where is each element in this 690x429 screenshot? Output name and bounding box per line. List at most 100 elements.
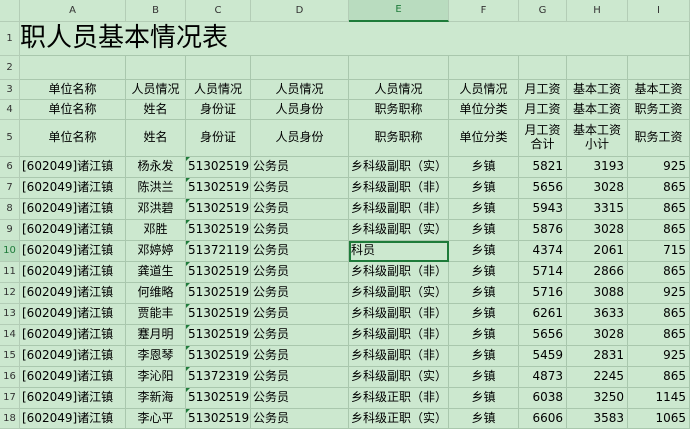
base-salary-cell[interactable]: 2245 <box>567 367 628 388</box>
column-header-h[interactable]: H <box>567 0 628 22</box>
name-cell[interactable]: 陈洪兰 <box>126 178 186 199</box>
unit-cell[interactable]: [602049]诸江镇 <box>20 262 126 283</box>
base-salary-cell[interactable]: 2831 <box>567 346 628 367</box>
column-header-b[interactable]: B <box>126 0 186 22</box>
category-cell[interactable]: 乡镇 <box>449 241 519 262</box>
post-title-cell[interactable]: 乡科级副职（实） <box>349 283 449 304</box>
identity-cell[interactable]: 公务员 <box>251 241 349 262</box>
empty-cell[interactable] <box>628 56 690 80</box>
monthly-total-cell[interactable]: 6038 <box>519 388 567 409</box>
header-cell[interactable]: 姓名 <box>126 120 186 157</box>
header-cell[interactable]: 人员情况 <box>349 80 449 100</box>
column-header-e[interactable]: E <box>349 0 449 22</box>
category-cell[interactable]: 乡镇 <box>449 178 519 199</box>
identity-cell[interactable]: 公务员 <box>251 178 349 199</box>
header-cell[interactable]: 人员情况 <box>186 80 251 100</box>
empty-cell[interactable] <box>567 56 628 80</box>
base-salary-cell[interactable]: 3250 <box>567 388 628 409</box>
unit-cell[interactable]: [602049]诸江镇 <box>20 325 126 346</box>
post-salary-cell[interactable]: 865 <box>628 304 690 325</box>
category-cell[interactable]: 乡镇 <box>449 304 519 325</box>
header-cell[interactable]: 月工资 <box>519 80 567 100</box>
sheet-title[interactable]: 职人员基本情况表 <box>20 22 690 56</box>
category-cell[interactable]: 乡镇 <box>449 199 519 220</box>
name-cell[interactable]: 邓胜 <box>126 220 186 241</box>
monthly-total-cell[interactable]: 5656 <box>519 178 567 199</box>
monthly-total-cell[interactable]: 5656 <box>519 325 567 346</box>
column-header-d[interactable]: D <box>251 0 349 22</box>
id-number-cell[interactable]: 51302519700 <box>186 262 251 283</box>
identity-cell[interactable]: 公务员 <box>251 325 349 346</box>
post-salary-cell[interactable]: 1145 <box>628 388 690 409</box>
unit-cell[interactable]: [602049]诸江镇 <box>20 220 126 241</box>
header-cell[interactable]: 基本工资 <box>567 100 628 120</box>
post-title-cell[interactable]: 乡科级正职（实） <box>349 409 449 429</box>
identity-cell[interactable]: 公务员 <box>251 346 349 367</box>
base-salary-cell[interactable]: 3028 <box>567 220 628 241</box>
name-cell[interactable]: 贾能丰 <box>126 304 186 325</box>
base-salary-cell[interactable]: 3583 <box>567 409 628 429</box>
base-salary-cell[interactable]: 2061 <box>567 241 628 262</box>
base-salary-cell[interactable]: 2866 <box>567 262 628 283</box>
header-cell[interactable]: 人员身份 <box>251 120 349 157</box>
name-cell[interactable]: 李恩琴 <box>126 346 186 367</box>
id-number-cell[interactable]: 51372319890 <box>186 367 251 388</box>
post-salary-cell[interactable]: 865 <box>628 367 690 388</box>
empty-cell[interactable] <box>126 56 186 80</box>
header-cell[interactable]: 月工资 合计 <box>519 120 567 157</box>
post-title-cell[interactable]: 乡科级副职（非） <box>349 346 449 367</box>
identity-cell[interactable]: 公务员 <box>251 367 349 388</box>
name-cell[interactable]: 杨永发 <box>126 157 186 178</box>
post-title-cell[interactable]: 乡科级副职（实） <box>349 220 449 241</box>
name-cell[interactable]: 李新海 <box>126 388 186 409</box>
id-number-cell[interactable]: 51302519680 <box>186 157 251 178</box>
empty-cell[interactable] <box>519 56 567 80</box>
base-salary-cell[interactable]: 3193 <box>567 157 628 178</box>
name-cell[interactable]: 龚道生 <box>126 262 186 283</box>
select-all-corner[interactable] <box>0 0 20 22</box>
id-number-cell[interactable]: 51302519650 <box>186 220 251 241</box>
post-title-cell[interactable]: 科员 <box>349 241 449 262</box>
post-salary-cell[interactable]: 865 <box>628 325 690 346</box>
id-number-cell[interactable]: 51302519550 <box>186 304 251 325</box>
monthly-total-cell[interactable]: 5716 <box>519 283 567 304</box>
header-cell[interactable]: 人员情况 <box>449 80 519 100</box>
header-cell[interactable]: 职务职称 <box>349 120 449 157</box>
post-salary-cell[interactable]: 865 <box>628 220 690 241</box>
post-salary-cell[interactable]: 925 <box>628 346 690 367</box>
post-salary-cell[interactable]: 865 <box>628 178 690 199</box>
header-cell[interactable]: 单位分类 <box>449 100 519 120</box>
empty-cell[interactable] <box>186 56 251 80</box>
category-cell[interactable]: 乡镇 <box>449 367 519 388</box>
identity-cell[interactable]: 公务员 <box>251 283 349 304</box>
id-number-cell[interactable]: 51302519660 <box>186 409 251 429</box>
monthly-total-cell[interactable]: 6606 <box>519 409 567 429</box>
row-header-17[interactable]: 17 <box>0 388 20 409</box>
row-header-4[interactable]: 4 <box>0 100 20 120</box>
base-salary-cell[interactable]: 3315 <box>567 199 628 220</box>
row-header-10[interactable]: 10 <box>0 241 20 262</box>
column-header-c[interactable]: C <box>186 0 251 22</box>
unit-cell[interactable]: [602049]诸江镇 <box>20 409 126 429</box>
id-number-cell[interactable]: 51302519690 <box>186 346 251 367</box>
post-salary-cell[interactable]: 865 <box>628 262 690 283</box>
unit-cell[interactable]: [602049]诸江镇 <box>20 241 126 262</box>
header-cell[interactable]: 人员情况 <box>126 80 186 100</box>
column-header-f[interactable]: F <box>449 0 519 22</box>
row-header-9[interactable]: 9 <box>0 220 20 241</box>
row-header-2[interactable]: 2 <box>0 56 20 80</box>
row-header-7[interactable]: 7 <box>0 178 20 199</box>
id-number-cell[interactable]: 51302519640 <box>186 388 251 409</box>
unit-cell[interactable]: [602049]诸江镇 <box>20 157 126 178</box>
empty-cell[interactable] <box>349 56 449 80</box>
category-cell[interactable]: 乡镇 <box>449 325 519 346</box>
row-header-1[interactable]: 1 <box>0 22 20 56</box>
monthly-total-cell[interactable]: 5459 <box>519 346 567 367</box>
post-title-cell[interactable]: 乡科级副职（非） <box>349 199 449 220</box>
empty-cell[interactable] <box>449 56 519 80</box>
name-cell[interactable]: 何维略 <box>126 283 186 304</box>
monthly-total-cell[interactable]: 5876 <box>519 220 567 241</box>
category-cell[interactable]: 乡镇 <box>449 220 519 241</box>
post-title-cell[interactable]: 乡科级副职（非） <box>349 304 449 325</box>
header-cell[interactable]: 单位名称 <box>20 120 126 157</box>
